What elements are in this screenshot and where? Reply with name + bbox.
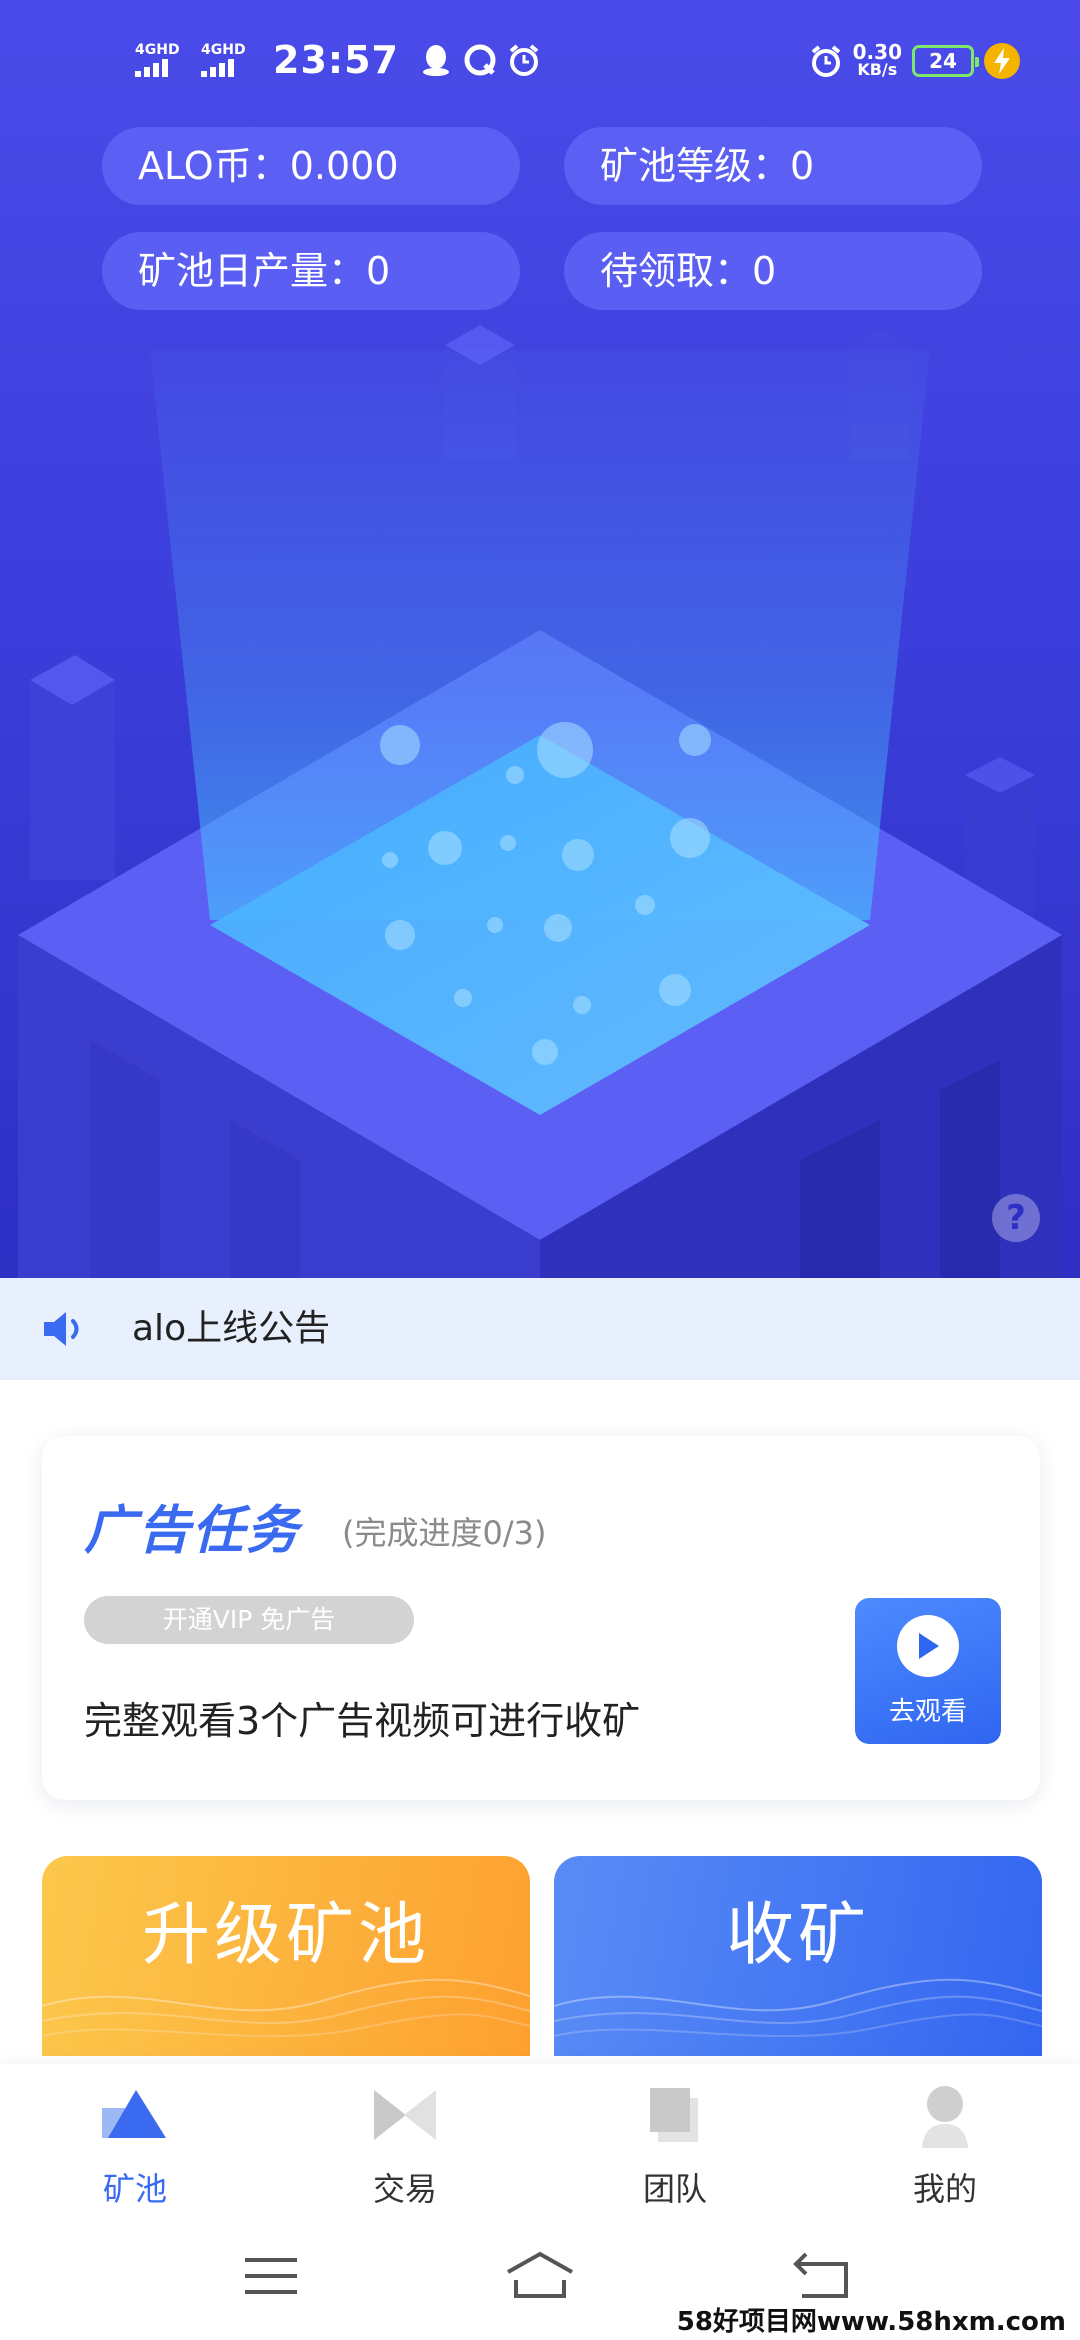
- watermark: 58好项目网www.58hxm.com: [670, 2301, 1072, 2338]
- trade-icon: [374, 2090, 436, 2140]
- announcement-text: alo上线公告: [132, 1308, 331, 1349]
- announcement-bar[interactable]: alo上线公告: [0, 1278, 1080, 1380]
- alo-coin-balance: ALO币：0.000: [102, 127, 520, 205]
- battery-level: 24: [929, 49, 957, 73]
- vip-no-ads-button[interactable]: 开通VIP 免广告: [84, 1596, 414, 1644]
- charging-icon: [984, 43, 1020, 79]
- ad-task-card: 广告任务 (完成进度0/3) 开通VIP 免广告 完整观看3个广告视频可进行收矿…: [42, 1436, 1040, 1800]
- tab-label: 我的: [912, 2170, 977, 2208]
- menu-icon[interactable]: [231, 2246, 311, 2306]
- tab-label: 矿池: [102, 2170, 167, 2208]
- status-bar-left: 4GHD 4GHD 23:57: [135, 32, 541, 88]
- ad-task-title: 广告任务: [84, 1501, 301, 1561]
- profile-icon: [922, 2086, 968, 2148]
- speaker-icon: [44, 1312, 79, 1346]
- upgrade-pool-label: 升级矿池: [141, 1895, 430, 1975]
- network-speed-value: 0.30: [852, 40, 902, 64]
- alarm-icon: [507, 43, 541, 77]
- back-icon[interactable]: [784, 2246, 864, 2306]
- play-icon: [897, 1614, 959, 1677]
- status-bar: 4GHD 4GHD 23:57 0.30 KB/s 24: [0, 0, 1080, 120]
- pending-reward: 待领取：0: [564, 232, 982, 310]
- home-icon[interactable]: [500, 2246, 580, 2306]
- watch-ad-button[interactable]: 去观看: [855, 1598, 1001, 1744]
- alarm-icon: [809, 44, 843, 78]
- pool-level: 矿池等级：0: [564, 127, 982, 205]
- mining-hero: 4GHD 4GHD 23:57 0.30 KB/s 24 ALO币：0.000 …: [0, 0, 1080, 1278]
- app-root: 4GHD 4GHD 23:57 0.30 KB/s 24 ALO币：0.000 …: [0, 0, 1080, 2340]
- collect-mine-button[interactable]: 收矿: [554, 1856, 1042, 2056]
- signal-icon: 4GHD: [201, 43, 257, 77]
- ad-task-progress: (完成进度0/3): [342, 1514, 547, 1552]
- signal-icon: 4GHD: [135, 43, 191, 77]
- team-icon: [650, 2088, 698, 2142]
- tab-label: 交易: [372, 2170, 437, 2208]
- tab-team[interactable]: 团队: [540, 2064, 810, 2214]
- tab-trade[interactable]: 交易: [270, 2064, 540, 2214]
- collect-mine-label: 收矿: [725, 1895, 870, 1975]
- upgrade-pool-button[interactable]: 升级矿池: [42, 1856, 530, 2056]
- battery-icon: 24: [912, 45, 979, 77]
- help-icon[interactable]: ?: [992, 1194, 1040, 1242]
- daily-output: 矿池日产量：0: [102, 232, 520, 310]
- network-speed: 0.30 KB/s: [852, 40, 902, 79]
- ad-task-description: 完整观看3个广告视频可进行收矿: [84, 1699, 641, 1743]
- tab-profile[interactable]: 我的: [810, 2064, 1080, 2214]
- watch-ad-label: 去观看: [888, 1696, 967, 1727]
- qq-icon: [419, 43, 453, 77]
- tab-label: 团队: [642, 2170, 707, 2208]
- mining-pool-icon: [102, 2090, 166, 2138]
- clock: 23:57: [273, 38, 399, 82]
- signal-label: 4GHD: [201, 42, 246, 58]
- bottom-tab-bar: 矿池 交易 团队 我的: [0, 2064, 1080, 2214]
- browser-icon: [463, 43, 497, 77]
- status-bar-right: 0.30 KB/s 24: [809, 36, 1020, 86]
- network-speed-unit: KB/s: [857, 60, 898, 79]
- signal-label: 4GHD: [135, 42, 180, 58]
- tab-mining-pool[interactable]: 矿池: [0, 2064, 270, 2214]
